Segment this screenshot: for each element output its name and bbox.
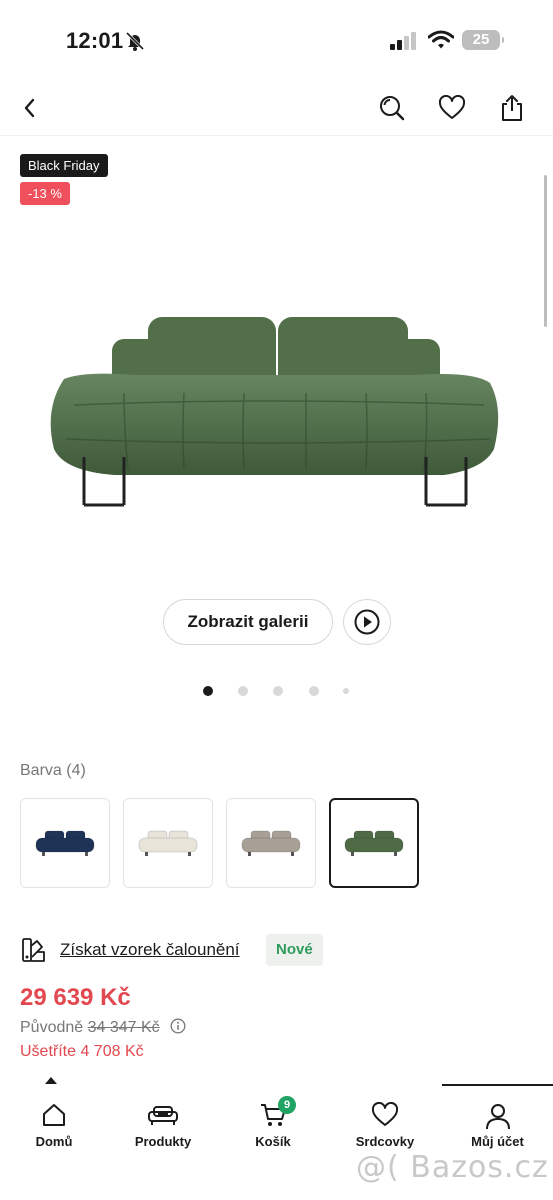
cart-count-badge: 9 — [278, 1096, 296, 1114]
pagination-dot[interactable] — [203, 686, 213, 696]
original-price-row: Původně 34 347 Kč — [20, 1018, 186, 1037]
tab-label: Košík — [255, 1134, 291, 1149]
watermark: @( Bazos.cz — [356, 1150, 549, 1185]
pagination-dot[interactable] — [273, 686, 283, 696]
tab-products[interactable]: Produkty — [108, 1086, 218, 1156]
fabric-sample-link[interactable]: Získat vzorek čalounění — [60, 940, 240, 960]
product-image — [50, 317, 499, 507]
pagination-dot[interactable] — [309, 686, 319, 696]
top-nav — [0, 80, 553, 136]
tab-cart[interactable]: 9 Košík — [218, 1086, 328, 1156]
heart-icon — [371, 1102, 399, 1126]
sofa-thumbnail — [35, 830, 95, 856]
fabric-swatch-icon — [22, 938, 45, 962]
status-bar: 12:01 25 — [0, 0, 553, 80]
show-gallery-button[interactable]: Zobrazit galerii — [163, 599, 333, 645]
status-time: 12:01 — [66, 28, 124, 53]
sofa-thumbnail — [344, 830, 404, 856]
sofa-icon — [148, 1106, 178, 1125]
color-swatch-green[interactable] — [329, 798, 419, 888]
share-button[interactable] — [494, 90, 530, 126]
favorite-button[interactable] — [434, 90, 470, 126]
color-swatch-beige[interactable] — [226, 798, 316, 888]
info-icon[interactable] — [170, 1018, 186, 1034]
tab-favorites[interactable]: Srdcovky — [328, 1086, 442, 1156]
scroll-up-caret[interactable] — [45, 1077, 57, 1084]
play-icon — [354, 609, 380, 635]
original-price-label: Původně — [20, 1019, 84, 1036]
wifi-icon — [428, 30, 454, 49]
tab-home[interactable]: Domů — [0, 1086, 108, 1156]
new-badge: Nové — [266, 934, 323, 966]
promo-badge: Black Friday — [20, 154, 108, 177]
scrollbar[interactable] — [544, 175, 547, 327]
back-button[interactable] — [12, 90, 48, 126]
home-icon — [43, 1104, 65, 1126]
fabric-sample-row: Získat vzorek čalounění Nové — [20, 934, 340, 966]
color-swatch-cream[interactable] — [123, 798, 213, 888]
tab-label: Produkty — [134, 1134, 192, 1149]
savings-text: Ušetříte 4 708 Kč — [20, 1043, 144, 1060]
signal-icon — [390, 32, 416, 50]
discount-badge: -13 % — [20, 182, 70, 205]
battery-indicator: 25 — [462, 30, 504, 50]
search-icon — [380, 96, 405, 121]
tab-label: Srdcovky — [355, 1134, 415, 1149]
color-swatch-navy[interactable] — [20, 798, 110, 888]
bell-slash-icon — [125, 31, 145, 51]
sofa-thumbnail — [138, 830, 198, 856]
search-button[interactable] — [374, 90, 410, 126]
tab-label: Můj účet — [471, 1134, 524, 1149]
pagination-dot[interactable] — [343, 688, 349, 694]
sofa-thumbnail — [241, 830, 301, 856]
tab-account[interactable]: Můj účet — [442, 1086, 553, 1156]
play-video-button[interactable] — [343, 599, 391, 645]
heart-icon — [438, 95, 466, 119]
pagination-dot[interactable] — [238, 686, 248, 696]
color-label: Barva (4) — [20, 762, 86, 779]
original-price: 34 347 Kč — [87, 1019, 160, 1036]
current-price: 29 639 Kč — [20, 984, 131, 1011]
tab-label: Domů — [35, 1134, 73, 1149]
back-icon — [24, 98, 35, 118]
gallery-pagination — [0, 686, 553, 696]
share-icon — [502, 95, 522, 121]
product-gallery[interactable]: Black Friday -13 % Zobrazit galerii — [0, 137, 553, 717]
user-icon — [485, 1104, 510, 1130]
